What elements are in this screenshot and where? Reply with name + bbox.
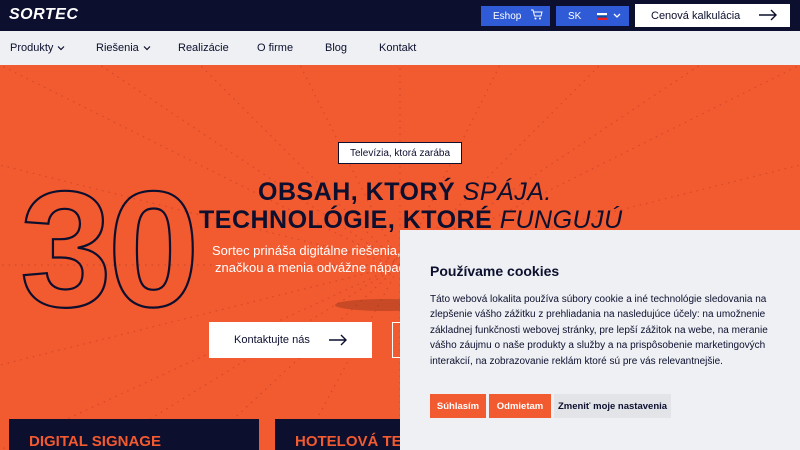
arrow-right-icon xyxy=(758,9,778,24)
card-digital-signage[interactable]: DIGITAL SIGNAGE xyxy=(9,419,259,450)
nav-item-blog[interactable]: Blog xyxy=(325,42,347,54)
nav-item-label: Realizácie xyxy=(178,42,229,54)
cookie-description: Táto webová lokalita používa súbory cook… xyxy=(430,294,768,367)
chevron-down-icon xyxy=(57,46,65,51)
card-hotelova-televizia[interactable]: HOTELOVÁ TEL xyxy=(275,419,400,450)
big-number-text: 30 xyxy=(20,178,196,318)
hero-headline-line1: OBSAH, KTORÝ SPÁJA. xyxy=(258,178,552,207)
eshop-button[interactable]: Eshop xyxy=(481,6,550,26)
slovak-flag-icon xyxy=(597,12,607,20)
nav-item-produkty[interactable]: Produkty xyxy=(10,42,65,54)
price-calculator-button[interactable]: Cenová kalkulácia xyxy=(635,4,790,27)
arrow-right-icon xyxy=(328,334,348,349)
nav-item-realizacie[interactable]: Realizácie xyxy=(178,42,229,54)
headline-bold: OBSAH, KTORÝ xyxy=(258,178,463,206)
cart-icon xyxy=(531,9,543,23)
contact-button[interactable]: Kontaktujte nás xyxy=(209,322,372,358)
nav-item-kontakt[interactable]: Kontakt xyxy=(379,42,416,54)
nav-item-riesenia[interactable]: Riešenia xyxy=(96,42,151,54)
nav-item-label: O firme xyxy=(257,42,294,54)
nav-item-label: Riešenia xyxy=(96,42,139,54)
calc-label: Cenová kalkulácia xyxy=(651,9,741,22)
accept-cookies-button[interactable]: Súhlasím xyxy=(430,394,486,418)
language-selector[interactable]: SK xyxy=(556,6,629,26)
hero-description: Sortec prináša digitálne riešenia, značk… xyxy=(212,242,406,276)
top-bar: SORTEC Eshop SK Cenová kalkulácia xyxy=(0,0,800,31)
eshop-label: Eshop xyxy=(493,10,522,22)
hero-desc-line: značkou a menia odvážne nápad xyxy=(215,260,406,275)
nav-item-o-firme[interactable]: O firme xyxy=(257,42,293,54)
chevron-down-icon xyxy=(612,9,622,26)
cookie-consent-panel: Používame cookies Táto webová lokalita p… xyxy=(400,230,800,450)
cookie-title: Používame cookies xyxy=(430,263,560,279)
sortec-logo[interactable]: SORTEC xyxy=(9,6,78,24)
nav-item-label: Blog xyxy=(325,42,348,54)
reject-cookies-button[interactable]: Odmietam xyxy=(489,394,551,418)
nav-item-label: Produkty xyxy=(10,42,54,54)
big-number-30: 30 xyxy=(20,178,201,318)
main-nav: Produkty Riešenia Realizácie O firme Blo… xyxy=(0,31,800,65)
language-label: SK xyxy=(568,10,582,22)
hero-badge: Televízia, ktorá zarába xyxy=(338,142,462,164)
headline-italic: SPÁJA. xyxy=(462,178,552,206)
hero-desc-line: Sortec prináša digitálne riešenia, xyxy=(212,243,401,258)
nav-item-label: Kontakt xyxy=(379,42,417,54)
contact-button-label: Kontaktujte nás xyxy=(234,334,310,346)
chevron-down-icon xyxy=(143,46,151,51)
cookie-settings-button[interactable]: Zmeniť moje nastavenia xyxy=(554,394,671,418)
